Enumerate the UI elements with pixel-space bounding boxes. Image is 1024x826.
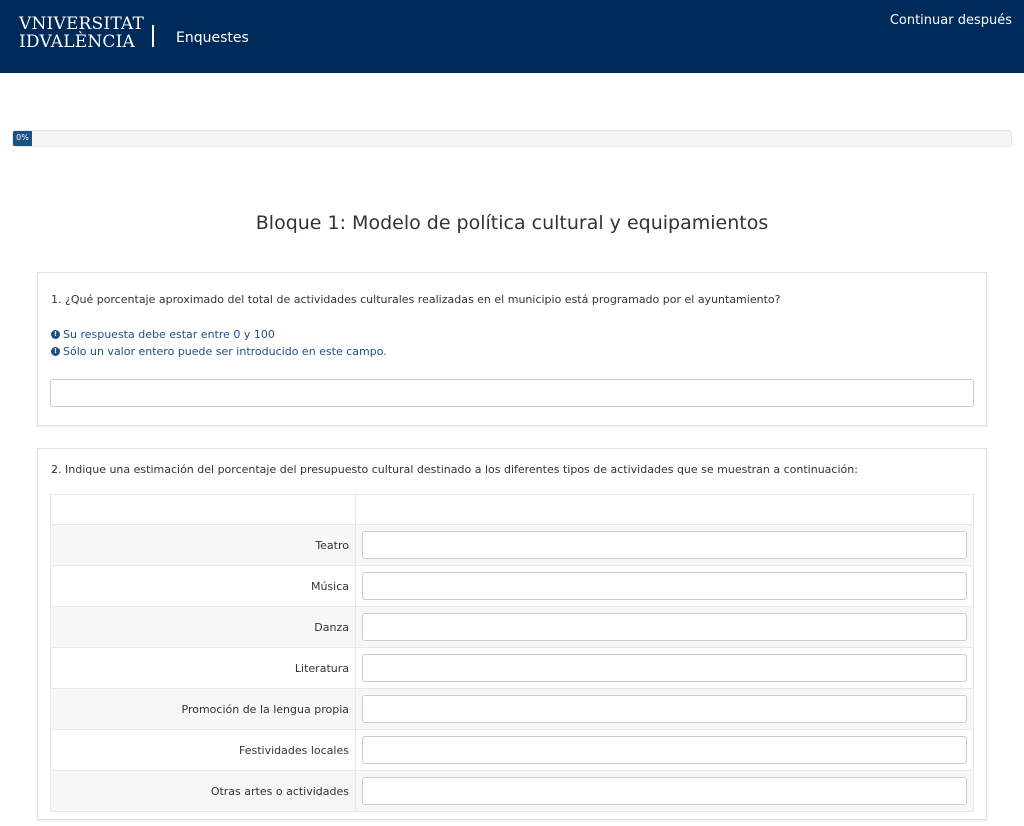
matrix-row-label: Teatro — [50, 524, 356, 566]
lengua-propia-input[interactable] — [362, 695, 967, 723]
tip-integer: ! Sólo un valor entero puede ser introdu… — [51, 343, 387, 360]
teatro-input[interactable] — [362, 531, 967, 559]
question-1-text: 1. ¿Qué porcentaje aproximado del total … — [51, 293, 781, 306]
tip-integer-text: Sólo un valor entero puede ser introduci… — [63, 345, 387, 358]
matrix-row-danza: Danza — [50, 606, 974, 648]
matrix-row-literatura: Literatura — [50, 647, 974, 689]
matrix-row-input-cell — [355, 729, 974, 771]
matrix-row-lengua-propia: Promoción de la lengua propia — [50, 688, 974, 730]
continue-later-link[interactable]: Continuar después — [890, 13, 1012, 28]
logo-line-2: IDVALÈNCIA — [19, 32, 136, 52]
matrix-header-row — [50, 494, 974, 525]
logo-line-1: VNIVERSITAT — [19, 14, 145, 34]
matrix-row-festividades-locales: Festividades locales — [50, 729, 974, 771]
musica-input[interactable] — [362, 572, 967, 600]
festividades-locales-input[interactable] — [362, 736, 967, 764]
info-circle-icon: ! — [51, 330, 60, 339]
logo-separator — [152, 25, 154, 47]
app-name[interactable]: Enquestes — [176, 30, 249, 46]
matrix-row-otras-artes: Otras artes o actividades — [50, 770, 974, 812]
matrix-row-input-cell — [355, 688, 974, 730]
matrix-row-input-cell — [355, 606, 974, 648]
otras-artes-input[interactable] — [362, 777, 967, 805]
matrix-row-label: Festividades locales — [50, 729, 356, 771]
question-1-card: 1. ¿Qué porcentaje aproximado del total … — [37, 272, 987, 426]
matrix-header-input-cell — [355, 494, 974, 525]
matrix-row-label: Otras artes o actividades — [50, 770, 356, 812]
matrix-row-input-cell — [355, 565, 974, 607]
matrix-row-label: Música — [50, 565, 356, 607]
matrix-row-input-cell — [355, 524, 974, 566]
block-title: Bloque 1: Modelo de política cultural y … — [255, 212, 769, 234]
matrix-row-label: Literatura — [50, 647, 356, 689]
matrix-header-label-cell — [50, 494, 356, 525]
question-2-card: 2. Indique una estimación del porcentaje… — [37, 448, 987, 820]
question-1-tips: ! Su respuesta debe estar entre 0 y 100 … — [51, 326, 387, 360]
info-circle-icon: ! — [51, 347, 60, 356]
matrix-row-label: Promoción de la lengua propia — [50, 688, 356, 730]
tip-range: ! Su respuesta debe estar entre 0 y 100 — [51, 326, 387, 343]
matrix-row-musica: Música — [50, 565, 974, 607]
matrix-row-label: Danza — [50, 606, 356, 648]
matrix-row-input-cell — [355, 770, 974, 812]
tip-range-text: Su respuesta debe estar entre 0 y 100 — [63, 328, 275, 341]
literatura-input[interactable] — [362, 654, 967, 682]
question-2-text: 2. Indique una estimación del porcentaje… — [51, 463, 858, 476]
progress-bar: 0% — [12, 130, 1012, 147]
progress-label: 0% — [16, 133, 29, 142]
matrix-row-input-cell — [355, 647, 974, 689]
question-1-answer-input[interactable] — [50, 379, 974, 407]
danza-input[interactable] — [362, 613, 967, 641]
university-logo[interactable]: VNIVERSITAT IDVALÈNCIA — [19, 16, 144, 51]
matrix-row-teatro: Teatro — [50, 524, 974, 566]
top-navbar: VNIVERSITAT IDVALÈNCIA Enquestes Continu… — [0, 0, 1024, 73]
question-2-matrix: Teatro Música Danza Literatura Promoción… — [50, 494, 974, 812]
